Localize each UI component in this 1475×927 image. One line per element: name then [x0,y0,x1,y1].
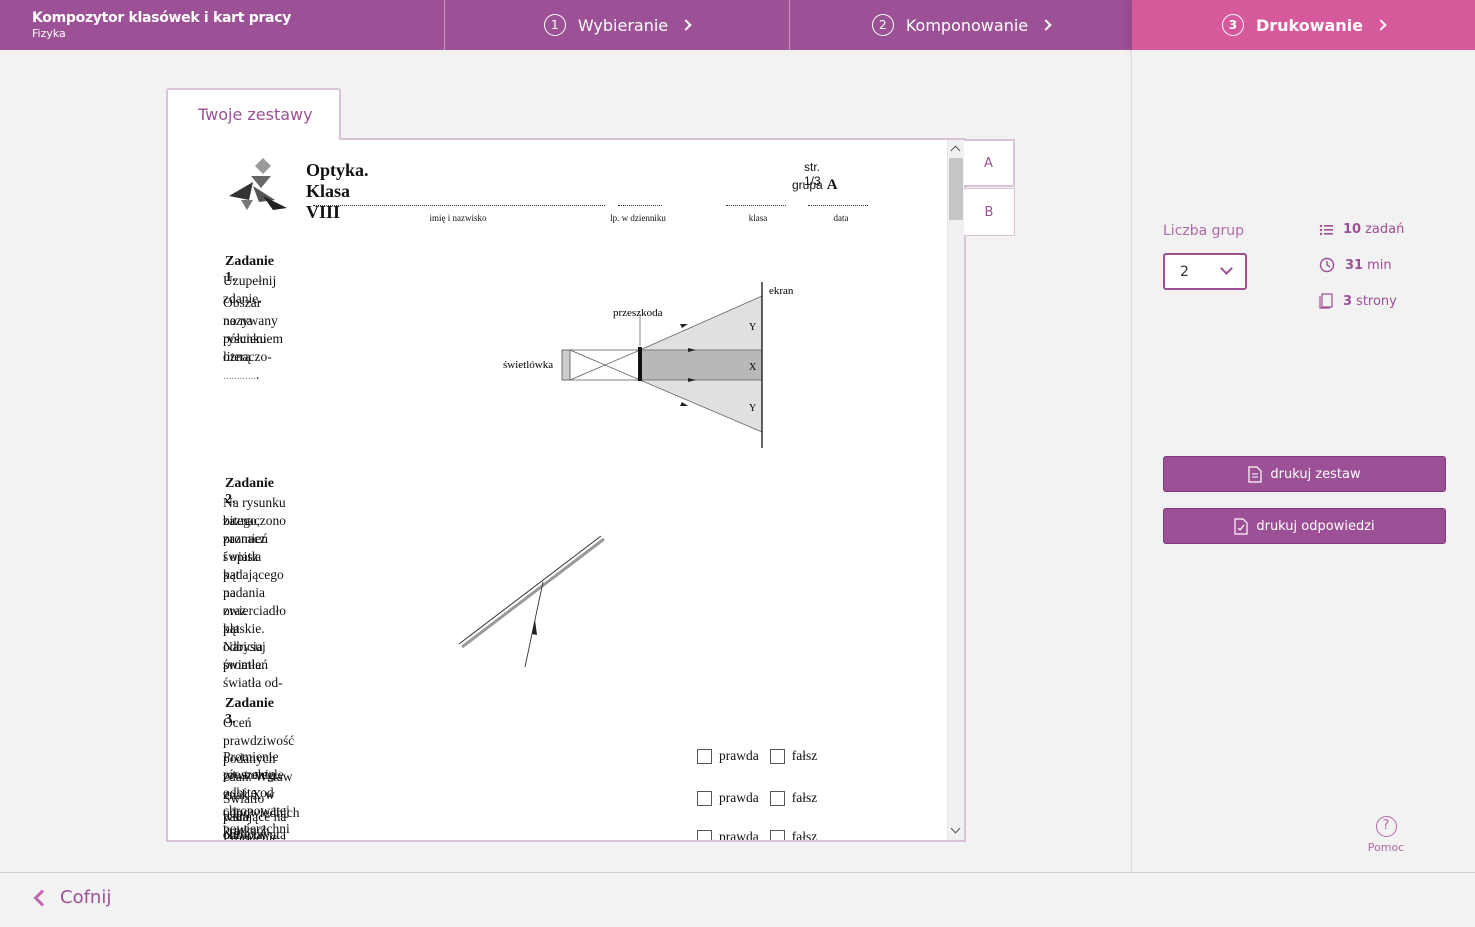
step-drukowanie[interactable]: 3 Drukowanie [1132,0,1475,50]
app-title: Kompozytor klasówek i kart pracy [32,10,292,26]
task-1-line: no na rysunku literą ............. [223,313,267,382]
group-tab-a[interactable]: A [964,139,1015,187]
false-checkbox [769,829,785,840]
groups-count-label: Liczba grup [1163,223,1245,239]
clock-icon [1319,257,1335,273]
help-button[interactable]: ? Pomoc [1366,816,1406,854]
groups-count-select[interactable]: 2 [1163,253,1247,290]
label-y: Y [749,403,756,414]
date-line [808,198,868,206]
step-number: 2 [871,14,894,36]
preview-scrollbar[interactable] [947,140,964,840]
chevron-right-icon [1040,19,1052,31]
scroll-up-icon[interactable] [950,145,961,156]
true-false-row: prawda fałsz [697,829,817,840]
false-checkbox [769,790,785,806]
step-label: Drukowanie [1255,15,1364,35]
shadow-diagram: ekran przeszkoda świetlówka Y X Y [503,282,794,448]
publisher-logo [229,158,287,210]
class-line [726,198,786,206]
pages-icon [1319,293,1333,309]
true-checkbox [697,829,712,840]
stat-time: 31 min [1319,257,1392,273]
stat-pages: 3 strony [1319,293,1397,309]
field-label: lp. w dzienniku [610,213,666,223]
true-false-row: prawda fałsz [697,790,817,806]
print-panel: Liczba grup 2 10 zadań 31 min 3 strony druk… [1131,50,1475,872]
label-y: Y [749,322,756,333]
step-wybieranie[interactable]: 1 Wybieranie [444,0,789,50]
step-label: Wybieranie [577,15,669,35]
group-tab-b[interactable]: B [964,188,1015,236]
print-answers-button[interactable]: drukuj odpowiedzi [1163,508,1446,544]
field-label: klasa [748,213,768,223]
field-label: imię i nazwisko [429,213,487,223]
step-label: Komponowanie [905,15,1029,35]
number-line [618,198,662,206]
document-icon [1248,465,1262,483]
label-obstacle: przeszkoda [613,307,663,319]
name-line [313,198,605,206]
chevron-right-icon [680,19,692,31]
label-screen: ekran [769,285,794,297]
chevron-right-icon [1375,19,1387,31]
bottom-bar: Cofnij [0,872,1475,927]
false-checkbox [769,748,785,764]
step-komponowanie[interactable]: 2 Komponowanie [789,0,1132,50]
list-icon [1319,224,1333,235]
step-number: 3 [1221,14,1244,36]
label-x: X [749,362,757,373]
worksheet-title: Optyka. Klasa VIII [306,160,369,222]
print-set-button[interactable]: drukuj zestaw [1163,456,1446,492]
label-lamp: świetlówka [503,359,553,371]
statement-text: Promienie równoległe po odbiciu od płask… [223,830,279,842]
document-check-icon [1234,517,1248,535]
true-false-row: prawda fałsz [697,748,817,764]
chevron-down-icon [1220,262,1233,275]
scroll-thumb[interactable] [949,158,963,220]
question-icon: ? [1375,816,1397,837]
true-checkbox [697,748,712,764]
app-subtitle: Fizyka [32,27,66,40]
chevron-left-icon [33,889,51,906]
step-number: 1 [543,14,566,36]
stat-tasks: 10 zadań [1319,222,1404,237]
task-2-line: bitego, zaznacz i opisz kąt padania oraz… [223,513,266,672]
mirror-diagram [458,535,605,668]
scroll-down-icon[interactable] [950,823,961,834]
worksheet-preview[interactable]: Optyka. Klasa VIII str. 1/3 grupa A imię … [166,138,966,842]
statement-text: proszeniu. [223,767,279,782]
group-indicator: grupa A [792,177,838,193]
top-bar: Kompozytor klasówek i kart pracy Fizyka … [0,0,1475,50]
tab-twoje-zestawy[interactable]: Twoje zestawy [166,88,341,140]
field-label: data [833,213,849,223]
back-button[interactable]: Cofnij [33,887,111,908]
true-checkbox [697,790,712,806]
